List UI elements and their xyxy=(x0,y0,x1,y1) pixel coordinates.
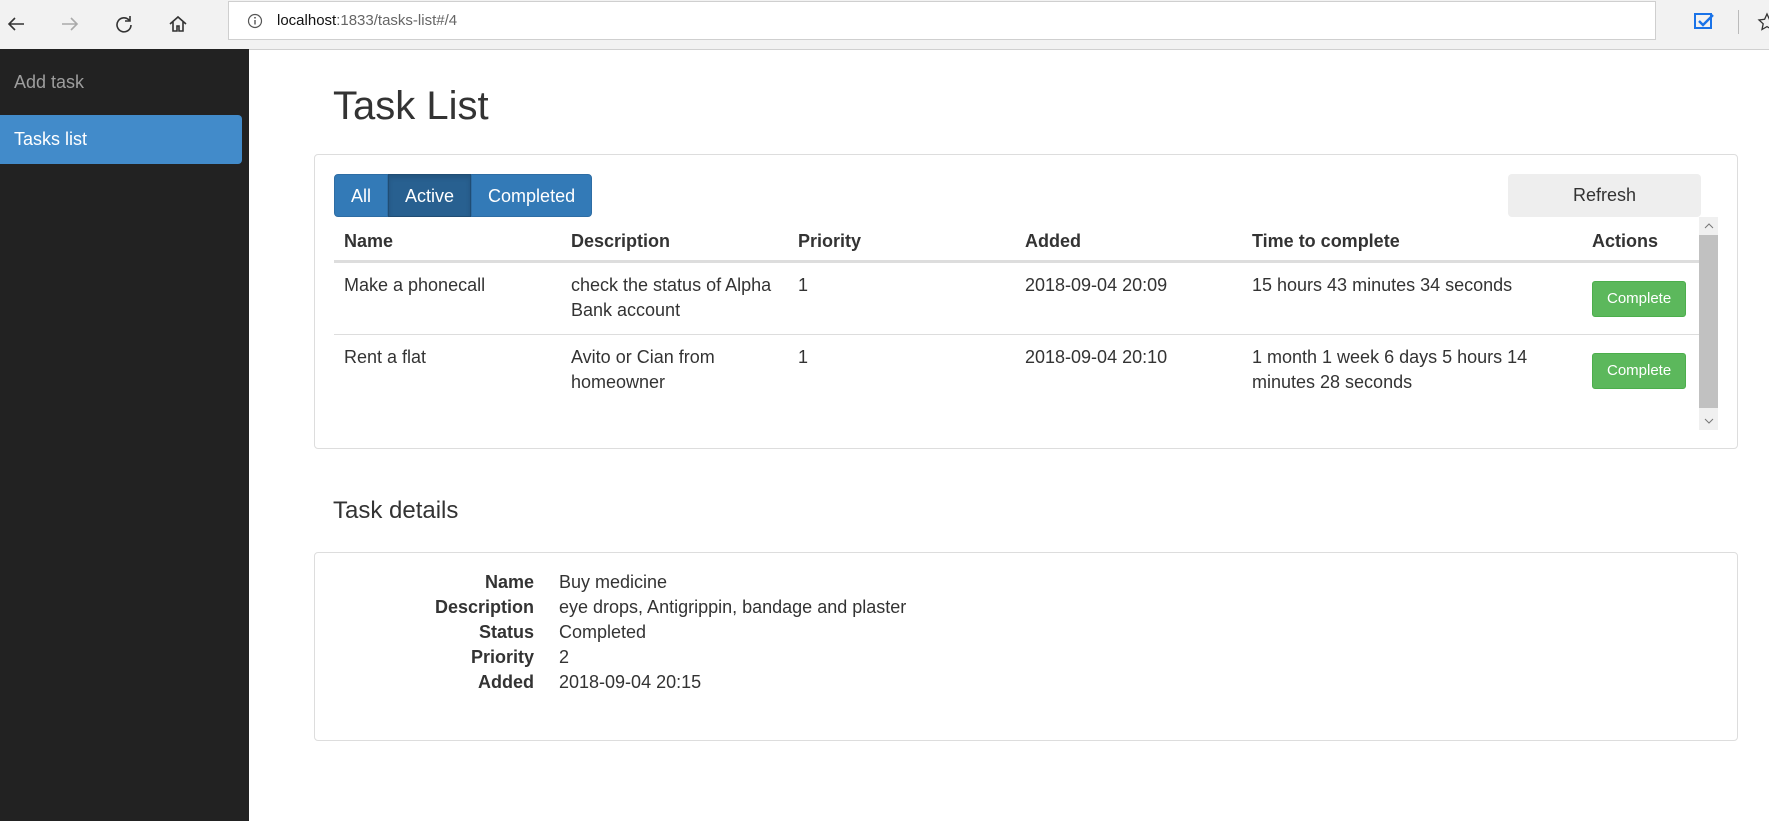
star-icon[interactable] xyxy=(1757,12,1769,32)
address-bar[interactable]: localhost:1833/tasks-list#/4 xyxy=(228,1,1656,40)
filter-completed-button[interactable]: Completed xyxy=(471,174,593,217)
scroll-up-icon[interactable] xyxy=(1699,217,1718,235)
forward-arrow-icon xyxy=(62,17,79,31)
cell-priority: 1 xyxy=(788,261,1015,335)
home-button[interactable] xyxy=(162,8,194,40)
refresh-icon xyxy=(116,16,132,33)
reload-button[interactable] xyxy=(108,8,140,40)
detail-value: 2018-09-04 20:15 xyxy=(559,672,702,692)
column-header-name[interactable]: Name xyxy=(334,222,561,263)
complete-button[interactable]: Complete xyxy=(1592,280,1687,317)
cell-actions: Complete xyxy=(1582,261,1699,335)
toolbar-divider xyxy=(1738,10,1739,34)
column-header-description[interactable]: Description xyxy=(561,222,788,263)
back-button[interactable] xyxy=(0,8,32,40)
detail-label: Description xyxy=(434,597,534,617)
browser-toolbar: localhost:1833/tasks-list#/4 xyxy=(0,0,1769,50)
cell-added: 2018-09-04 20:10 xyxy=(1025,347,1168,367)
cell-description: Avito or Cian from homeowner xyxy=(571,347,715,392)
sidebar-item-add-task[interactable]: Add task xyxy=(0,58,242,107)
url-text: localhost:1833/tasks-list#/4 xyxy=(277,12,457,29)
cell-name: Make a phonecall xyxy=(334,261,561,335)
detail-value: Buy medicine xyxy=(559,572,668,592)
detail-value: Completed xyxy=(559,622,647,642)
sidebar-item-tasks-list[interactable]: Tasks list xyxy=(0,115,242,164)
cell-added: 2018-09-04 20:09 xyxy=(1015,261,1242,335)
cell-time-to-complete: 15 hours 43 minutes 34 seconds xyxy=(1242,261,1582,335)
refresh-button[interactable]: Refresh xyxy=(1508,174,1701,217)
table-row[interactable]: Make a phonecall check the status of Alp… xyxy=(334,261,1699,335)
detail-value: eye drops, Antigrippin, bandage and plas… xyxy=(559,597,907,617)
scroll-down-icon[interactable] xyxy=(1699,412,1718,430)
back-arrow-icon xyxy=(7,17,24,31)
detail-label: Added xyxy=(478,672,534,692)
home-icon xyxy=(169,15,187,32)
table-row[interactable]: Rent a flat Avito or Cian from homeowner… xyxy=(334,335,1699,407)
detail-row-name: Name Buy medicine xyxy=(334,570,906,595)
detail-row-priority: Priority 2 xyxy=(334,645,906,670)
filter-button-group: All Active Completed xyxy=(334,174,593,217)
detail-row-status: Status Completed xyxy=(334,620,906,645)
filter-all-button[interactable]: All xyxy=(334,174,389,217)
detail-label: Priority xyxy=(470,647,534,667)
column-header-time-to-complete[interactable]: Time to complete xyxy=(1242,222,1582,263)
url-host: localhost xyxy=(277,12,337,29)
page-title: Task List xyxy=(333,84,489,128)
cell-time-to-complete: 1 month 1 week 6 days 5 hours 14 minutes… xyxy=(1252,347,1528,392)
extension-icon[interactable] xyxy=(1693,10,1717,34)
detail-label: Name xyxy=(484,572,534,592)
detail-row-added: Added 2018-09-04 20:15 xyxy=(334,670,906,695)
column-header-added[interactable]: Added xyxy=(1015,222,1242,263)
cell-description: check the status of Alpha Bank account xyxy=(561,261,788,335)
detail-label: Status xyxy=(478,622,534,642)
sidebar: Add task Tasks list xyxy=(0,49,249,821)
complete-button[interactable]: Complete xyxy=(1592,352,1687,389)
scrollbar-thumb[interactable] xyxy=(1699,235,1718,408)
task-details-list: Name Buy medicine Description eye drops,… xyxy=(334,570,906,695)
task-details-title: Task details xyxy=(333,497,459,524)
cell-name: Rent a flat xyxy=(344,347,427,367)
filter-active-button[interactable]: Active xyxy=(388,174,472,217)
cell-priority: 1 xyxy=(798,347,809,367)
cell-actions: Complete xyxy=(1582,335,1699,407)
tasks-table: Name Description Priority Added Time to … xyxy=(334,222,1699,406)
table-scrollbar[interactable] xyxy=(1699,217,1718,430)
column-header-priority[interactable]: Priority xyxy=(788,222,1015,263)
detail-row-description: Description eye drops, Antigrippin, band… xyxy=(334,595,906,620)
forward-button[interactable] xyxy=(54,8,86,40)
detail-value: 2 xyxy=(559,647,570,667)
url-path: :1833/tasks-list#/4 xyxy=(336,12,458,29)
column-header-actions: Actions xyxy=(1582,222,1699,263)
table-header-row: Name Description Priority Added Time to … xyxy=(334,222,1699,263)
info-icon[interactable] xyxy=(247,13,263,29)
